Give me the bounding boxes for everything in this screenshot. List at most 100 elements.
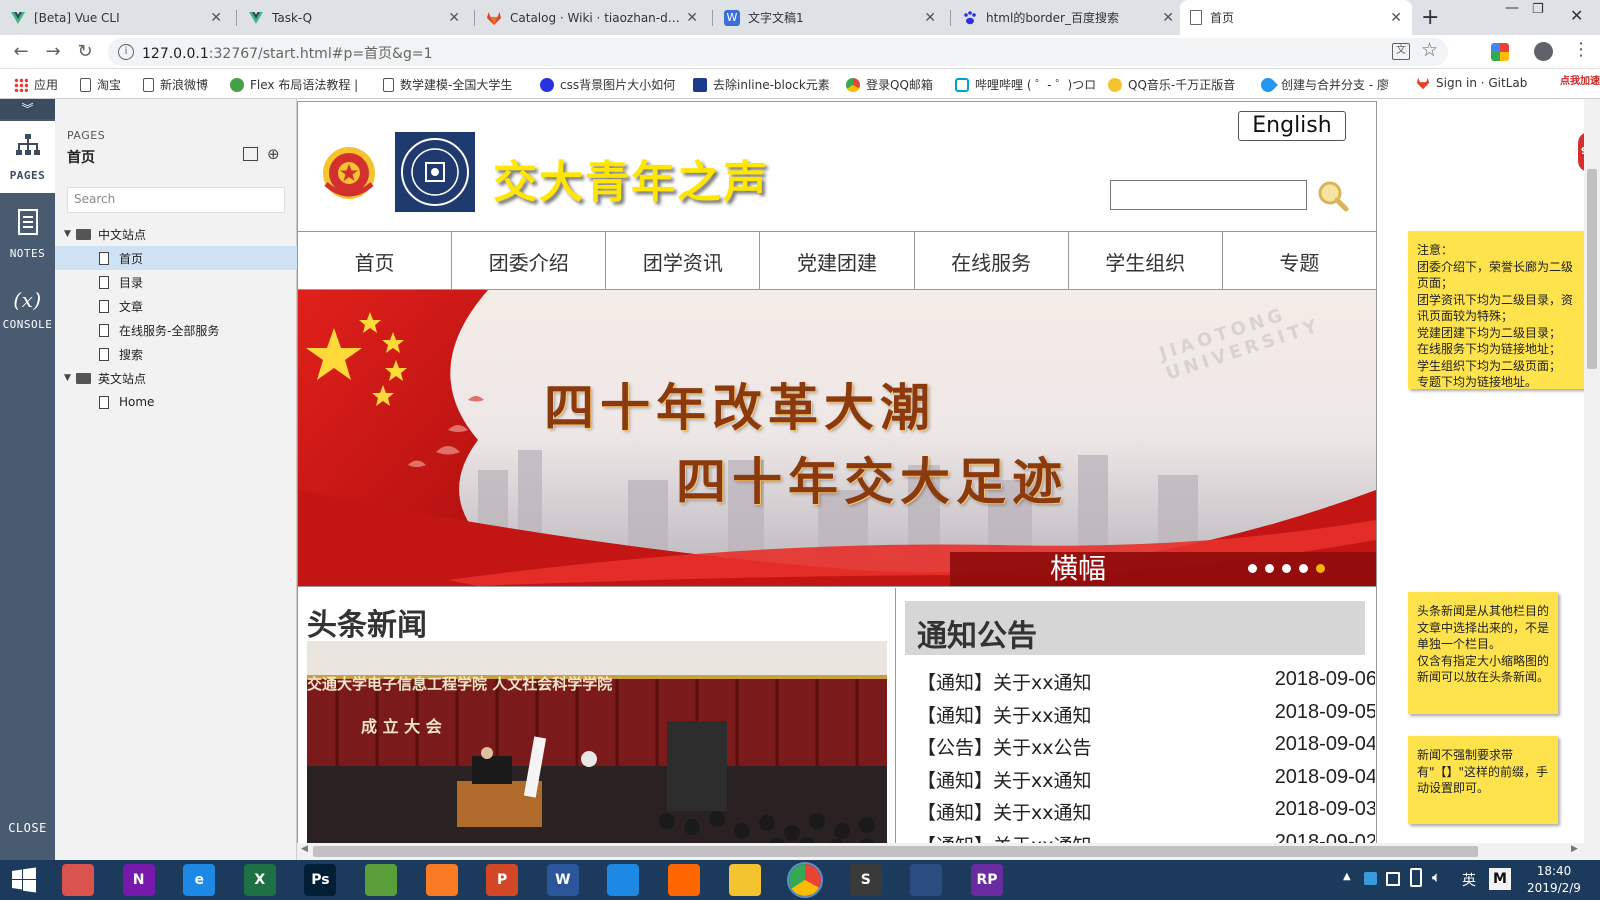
tree-item-search[interactable]: 搜索 bbox=[55, 342, 297, 366]
new-tab-button[interactable]: + bbox=[1421, 5, 1439, 30]
tree-item-article[interactable]: 文章 bbox=[55, 294, 297, 318]
windows-start-icon[interactable] bbox=[8, 864, 40, 896]
network-icon[interactable] bbox=[1386, 872, 1400, 886]
vertical-scrollbar[interactable] bbox=[1584, 99, 1600, 860]
battery-icon[interactable] bbox=[1410, 868, 1422, 887]
bookmark-qqmail[interactable]: 登录QQ邮箱 bbox=[846, 76, 933, 93]
tab-task-q[interactable]: Task-Q ✕ bbox=[238, 0, 470, 35]
nav-news[interactable]: 团学资讯 bbox=[606, 232, 761, 289]
scroll-left-arrow-icon[interactable]: ◀ bbox=[301, 844, 308, 854]
restore-button[interactable]: ❐ bbox=[1532, 2, 1544, 17]
menu-icon[interactable]: ⋮ bbox=[1572, 39, 1590, 61]
bookmark-apps[interactable]: 应用 bbox=[14, 76, 58, 93]
photoshop-icon[interactable]: Ps bbox=[304, 864, 337, 896]
rail-notes-button[interactable]: NOTES bbox=[0, 209, 55, 269]
ie-icon[interactable]: e bbox=[183, 864, 216, 896]
horizontal-scroll-thumb[interactable] bbox=[313, 846, 1478, 857]
notice-label[interactable]: 【通知】关于xx通知 bbox=[917, 668, 1092, 695]
star-icon[interactable]: ☆ bbox=[1421, 39, 1438, 61]
profile-avatar[interactable] bbox=[1534, 42, 1553, 61]
clock-date[interactable]: 2019/2/9 bbox=[1520, 881, 1588, 895]
tab-catalog-wiki[interactable]: Catalog · Wiki · tiaozhan-dev ✕ bbox=[476, 0, 708, 35]
address-bar[interactable]: i 127.0.0.1:32767/start.html#p=首页&g=1 文 … bbox=[108, 38, 1448, 66]
pinwheel-icon[interactable] bbox=[62, 864, 94, 896]
pager-dot[interactable] bbox=[1248, 564, 1257, 573]
notice-item[interactable]: 【通知】关于xx通知 2018-09-02 bbox=[917, 831, 1375, 844]
pager-dot[interactable] bbox=[1265, 564, 1274, 573]
tree-folder-english[interactable]: ▼ 英文站点 bbox=[55, 366, 297, 390]
ime-indicator[interactable]: 英 bbox=[1462, 870, 1476, 890]
english-button[interactable]: English bbox=[1238, 111, 1346, 141]
ship-icon[interactable] bbox=[910, 864, 943, 896]
close-icon[interactable]: ✕ bbox=[210, 10, 222, 26]
tab-home-active[interactable]: 首页 ✕ bbox=[1180, 0, 1412, 35]
tree-item-catalog[interactable]: 目录 bbox=[55, 270, 297, 294]
scroll-right-arrow-icon[interactable]: ▶ bbox=[1571, 844, 1578, 854]
tab-baidu-search[interactable]: html的border_百度搜索 ✕ bbox=[952, 0, 1184, 35]
nav-party-building[interactable]: 党建团建 bbox=[760, 232, 915, 289]
git-icon[interactable] bbox=[365, 864, 397, 896]
forward-arrow-icon[interactable]: → bbox=[42, 41, 64, 63]
powerpoint-icon[interactable]: P bbox=[486, 864, 519, 896]
nav-league-intro[interactable]: 团委介绍 bbox=[452, 232, 607, 289]
info-icon[interactable]: i bbox=[118, 44, 134, 60]
notice-item[interactable]: 【通知】关于xx通知 2018-09-06 bbox=[917, 668, 1375, 695]
close-icon[interactable]: ✕ bbox=[686, 10, 698, 26]
tree-folder-chinese[interactable]: ▼ 中文站点 bbox=[55, 222, 297, 246]
close-icon[interactable]: ✕ bbox=[448, 10, 460, 26]
feather-icon[interactable] bbox=[607, 864, 640, 896]
tab-document[interactable]: W 文字文稿1 ✕ bbox=[714, 0, 946, 35]
notice-item[interactable]: 【通知】关于xx通知 2018-09-03 bbox=[917, 798, 1375, 825]
clock-time[interactable]: 18:40 bbox=[1524, 864, 1584, 878]
headline-photo[interactable]: 交通大学电子信息工程学院 人文社会科学学院 成 立 大 会 bbox=[307, 641, 887, 843]
volume-icon[interactable]: 🔈︎ bbox=[1432, 868, 1441, 886]
caret-down-icon[interactable]: ▼ bbox=[64, 229, 76, 239]
minimize-button[interactable]: — bbox=[1505, 0, 1519, 16]
bookmark-qqmusic[interactable]: QQ音乐-千万正版音 bbox=[1108, 76, 1235, 93]
close-icon[interactable]: ✕ bbox=[924, 10, 936, 26]
tab-vue-cli[interactable]: [Beta] Vue CLI ✕ bbox=[0, 0, 232, 35]
reload-icon[interactable]: ↻ bbox=[74, 41, 96, 63]
tree-item-home[interactable]: 首页 bbox=[55, 246, 297, 270]
page-search-input[interactable]: Search bbox=[67, 187, 285, 213]
search-icon[interactable] bbox=[1316, 179, 1350, 213]
axure-icon[interactable]: RP bbox=[971, 864, 1003, 896]
bookmark-bilibili[interactable]: 哔哩哔哩 ( ゜- ゜)つロ bbox=[955, 76, 1096, 93]
notice-label[interactable]: 【公告】关于xx公告 bbox=[917, 733, 1092, 760]
tree-item-english-home[interactable]: Home bbox=[55, 390, 297, 414]
tree-item-online-services[interactable]: 在线服务-全部服务 bbox=[55, 318, 297, 342]
horizontal-scrollbar[interactable]: ◀ ▶ bbox=[297, 843, 1584, 860]
close-icon[interactable]: ✕ bbox=[1390, 10, 1402, 26]
onenote-icon[interactable]: N bbox=[122, 864, 155, 896]
notice-label[interactable]: 【通知】关于xx通知 bbox=[917, 798, 1092, 825]
chrome-icon[interactable] bbox=[787, 862, 824, 898]
bookmark-math[interactable]: 数学建模-全国大学生 bbox=[383, 76, 512, 93]
bookmark-gitlab[interactable]: Sign in · GitLab bbox=[1416, 76, 1527, 90]
nav-topics[interactable]: 专题 bbox=[1223, 232, 1376, 289]
pager-dot[interactable] bbox=[1282, 564, 1291, 573]
target-icon[interactable]: ⊕ bbox=[267, 145, 280, 163]
nav-student-orgs[interactable]: 学生组织 bbox=[1069, 232, 1223, 289]
notice-label[interactable]: 【通知】关于xx通知 bbox=[917, 701, 1092, 728]
window-close-button[interactable]: ✕ bbox=[1570, 6, 1583, 25]
pager-dot[interactable] bbox=[1299, 564, 1308, 573]
uc-icon[interactable] bbox=[668, 864, 700, 896]
word-icon[interactable]: W bbox=[546, 864, 579, 896]
rail-close-button[interactable]: CLOSE bbox=[0, 821, 55, 841]
open-page-icon[interactable] bbox=[243, 147, 258, 161]
bookmark-inline-block[interactable]: 去除inline-block元素 bbox=[693, 76, 830, 93]
close-icon[interactable]: ✕ bbox=[1162, 10, 1174, 26]
pager-dot-active[interactable] bbox=[1316, 564, 1325, 573]
site-search-input[interactable] bbox=[1110, 180, 1307, 210]
excel-icon[interactable]: X bbox=[243, 864, 276, 896]
ime-mode-indicator[interactable]: M bbox=[1489, 868, 1511, 890]
nav-online-services[interactable]: 在线服务 bbox=[915, 232, 1069, 289]
tray-expand-icon[interactable]: ▲ bbox=[1343, 871, 1351, 882]
rail-console-button[interactable]: (x) CONSOLE bbox=[0, 287, 55, 347]
xampp-icon[interactable] bbox=[425, 864, 458, 896]
vertical-scroll-thumb[interactable] bbox=[1587, 169, 1597, 369]
bluetooth-icon[interactable] bbox=[1364, 872, 1377, 885]
back-arrow-icon[interactable]: ← bbox=[10, 41, 32, 63]
translate-icon[interactable]: 文 bbox=[1392, 43, 1410, 60]
collapse-chevron-icon[interactable]: ︾ bbox=[0, 99, 55, 119]
